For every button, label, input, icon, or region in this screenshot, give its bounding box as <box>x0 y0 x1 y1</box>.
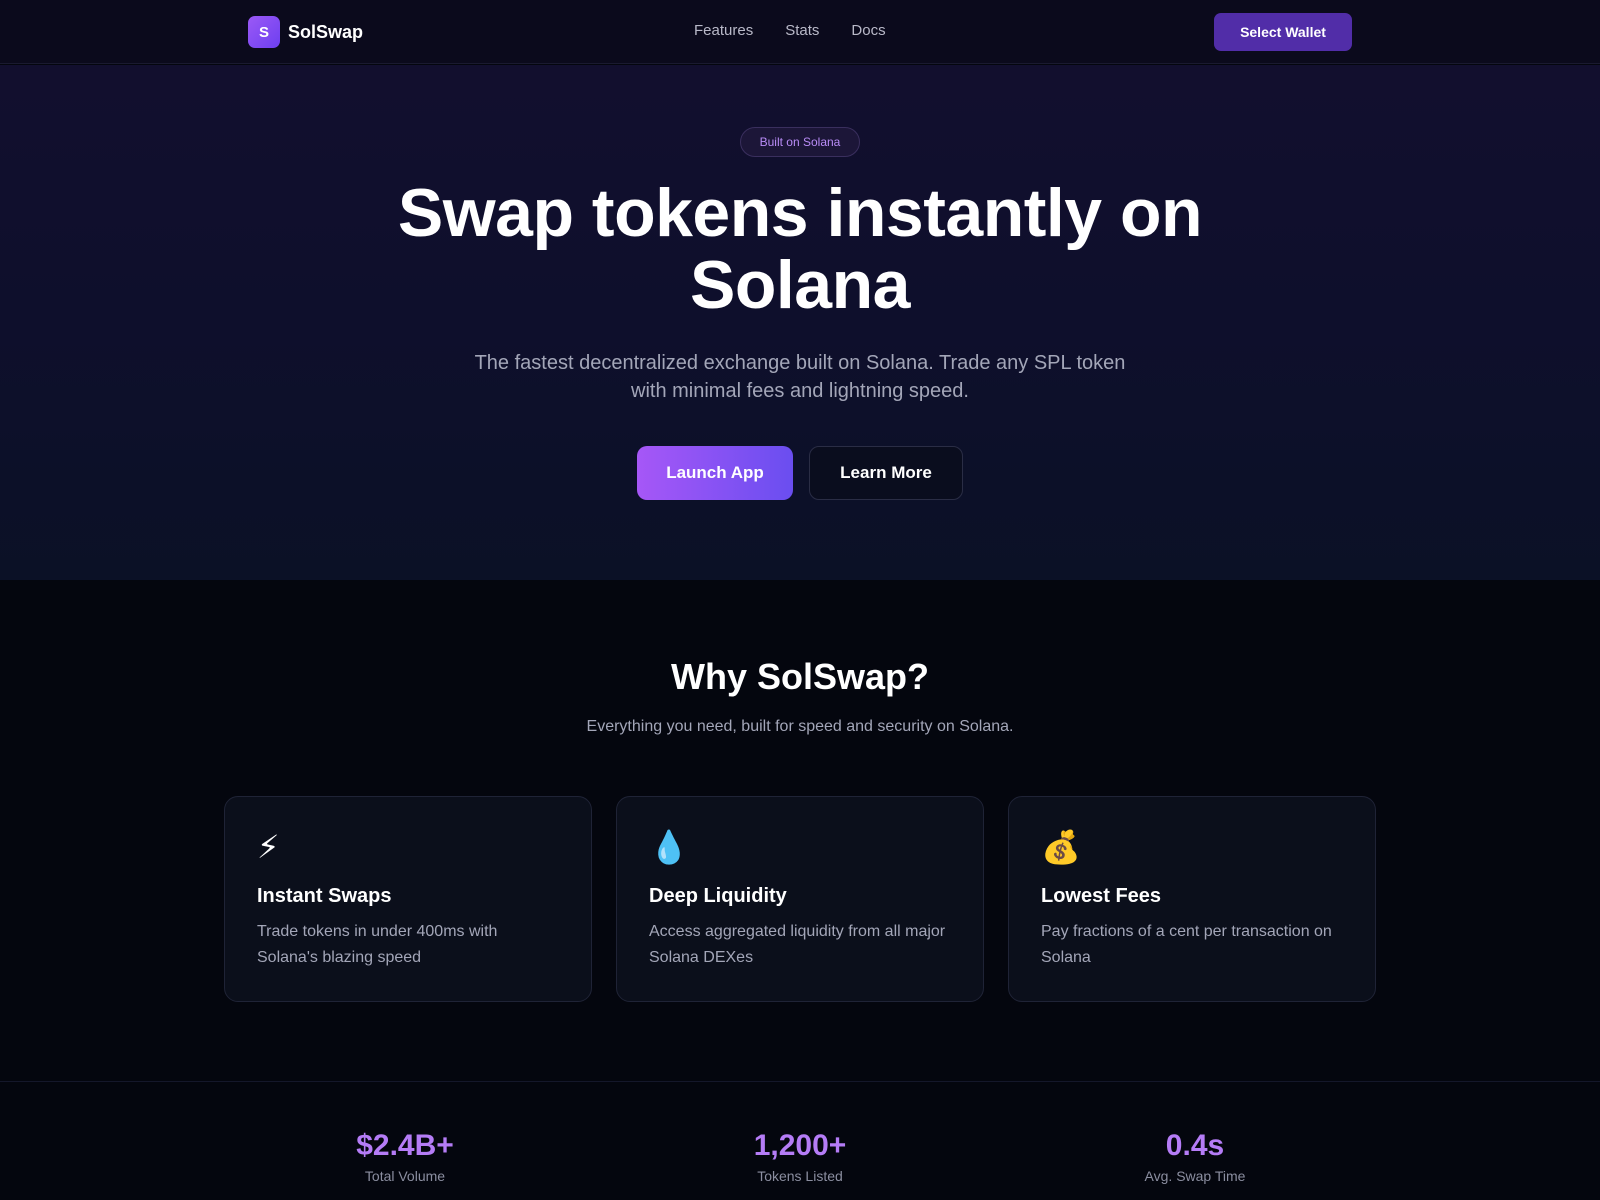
stat-value: 0.4s <box>1165 1129 1225 1162</box>
feature-card-instant-swaps: ⚡ Instant Swaps Trade tokens in under 40… <box>224 796 592 1002</box>
hero-title-line-1: Swap tokens instantly on <box>397 175 1203 251</box>
money-bag-icon: 💰 <box>1041 829 1081 865</box>
feature-card-description: Pay fractions of a cent per transaction … <box>1041 923 1332 966</box>
features-subtitle: Everything you need, built for speed and… <box>586 718 1014 735</box>
learn-more-button[interactable]: Learn More <box>809 446 963 500</box>
features-title: Why SolSwap? <box>670 656 929 697</box>
nav-link-stats[interactable]: Stats <box>785 22 819 39</box>
hero-section: Built on Solana Swap tokens instantly on… <box>0 65 1600 580</box>
nav-links: Features Stats Docs <box>694 22 886 39</box>
brand-mark-icon: S <box>248 16 280 48</box>
brand-name: SolSwap <box>288 21 364 42</box>
top-nav: S SolSwap Features Stats Docs Select Wal… <box>0 0 1600 64</box>
droplet-icon: 💧 <box>649 829 689 865</box>
stat-tokens-listed: 1,200+ Tokens Listed <box>650 1128 950 1184</box>
hero-title: Swap tokens instantly on Solana <box>300 177 1300 321</box>
stat-label: Tokens Listed <box>757 1168 843 1184</box>
launch-app-button[interactable]: Launch App <box>637 446 793 500</box>
brand-logo[interactable]: S SolSwap <box>248 16 363 48</box>
feature-card-description: Trade tokens in under 400ms with Solana'… <box>257 923 498 966</box>
stat-total-volume: $2.4B+ Total Volume <box>255 1128 555 1184</box>
stat-label: Avg. Swap Time <box>1144 1168 1246 1184</box>
nav-link-features[interactable]: Features <box>694 22 753 39</box>
built-on-solana-badge: Built on Solana <box>740 127 860 157</box>
stat-value: $2.4B+ <box>356 1129 454 1162</box>
stats-divider <box>0 1081 1600 1082</box>
feature-card-lowest-fees: 💰 Lowest Fees Pay fractions of a cent pe… <box>1008 796 1376 1002</box>
feature-card-description: Access aggregated liquidity from all maj… <box>649 923 946 966</box>
select-wallet-button[interactable]: Select Wallet <box>1214 13 1352 51</box>
hero-title-line-2: Solana <box>690 247 910 323</box>
lightning-icon: ⚡ <box>257 829 280 865</box>
nav-link-docs[interactable]: Docs <box>851 22 885 39</box>
feature-card-title: Deep Liquidity <box>649 885 787 907</box>
feature-card-deep-liquidity: 💧 Deep Liquidity Access aggregated liqui… <box>616 796 984 1002</box>
stat-value: 1,200+ <box>753 1129 847 1162</box>
stat-label: Total Volume <box>364 1168 446 1184</box>
feature-card-title: Lowest Fees <box>1041 885 1162 907</box>
stat-avg-swap-time: 0.4s Avg. Swap Time <box>1045 1128 1345 1184</box>
page: S SolSwap Features Stats Docs Select Wal… <box>0 0 1600 1200</box>
feature-card-title: Instant Swaps <box>257 885 392 907</box>
hero-subtitle: The fastest decentralized exchange built… <box>474 352 1126 402</box>
